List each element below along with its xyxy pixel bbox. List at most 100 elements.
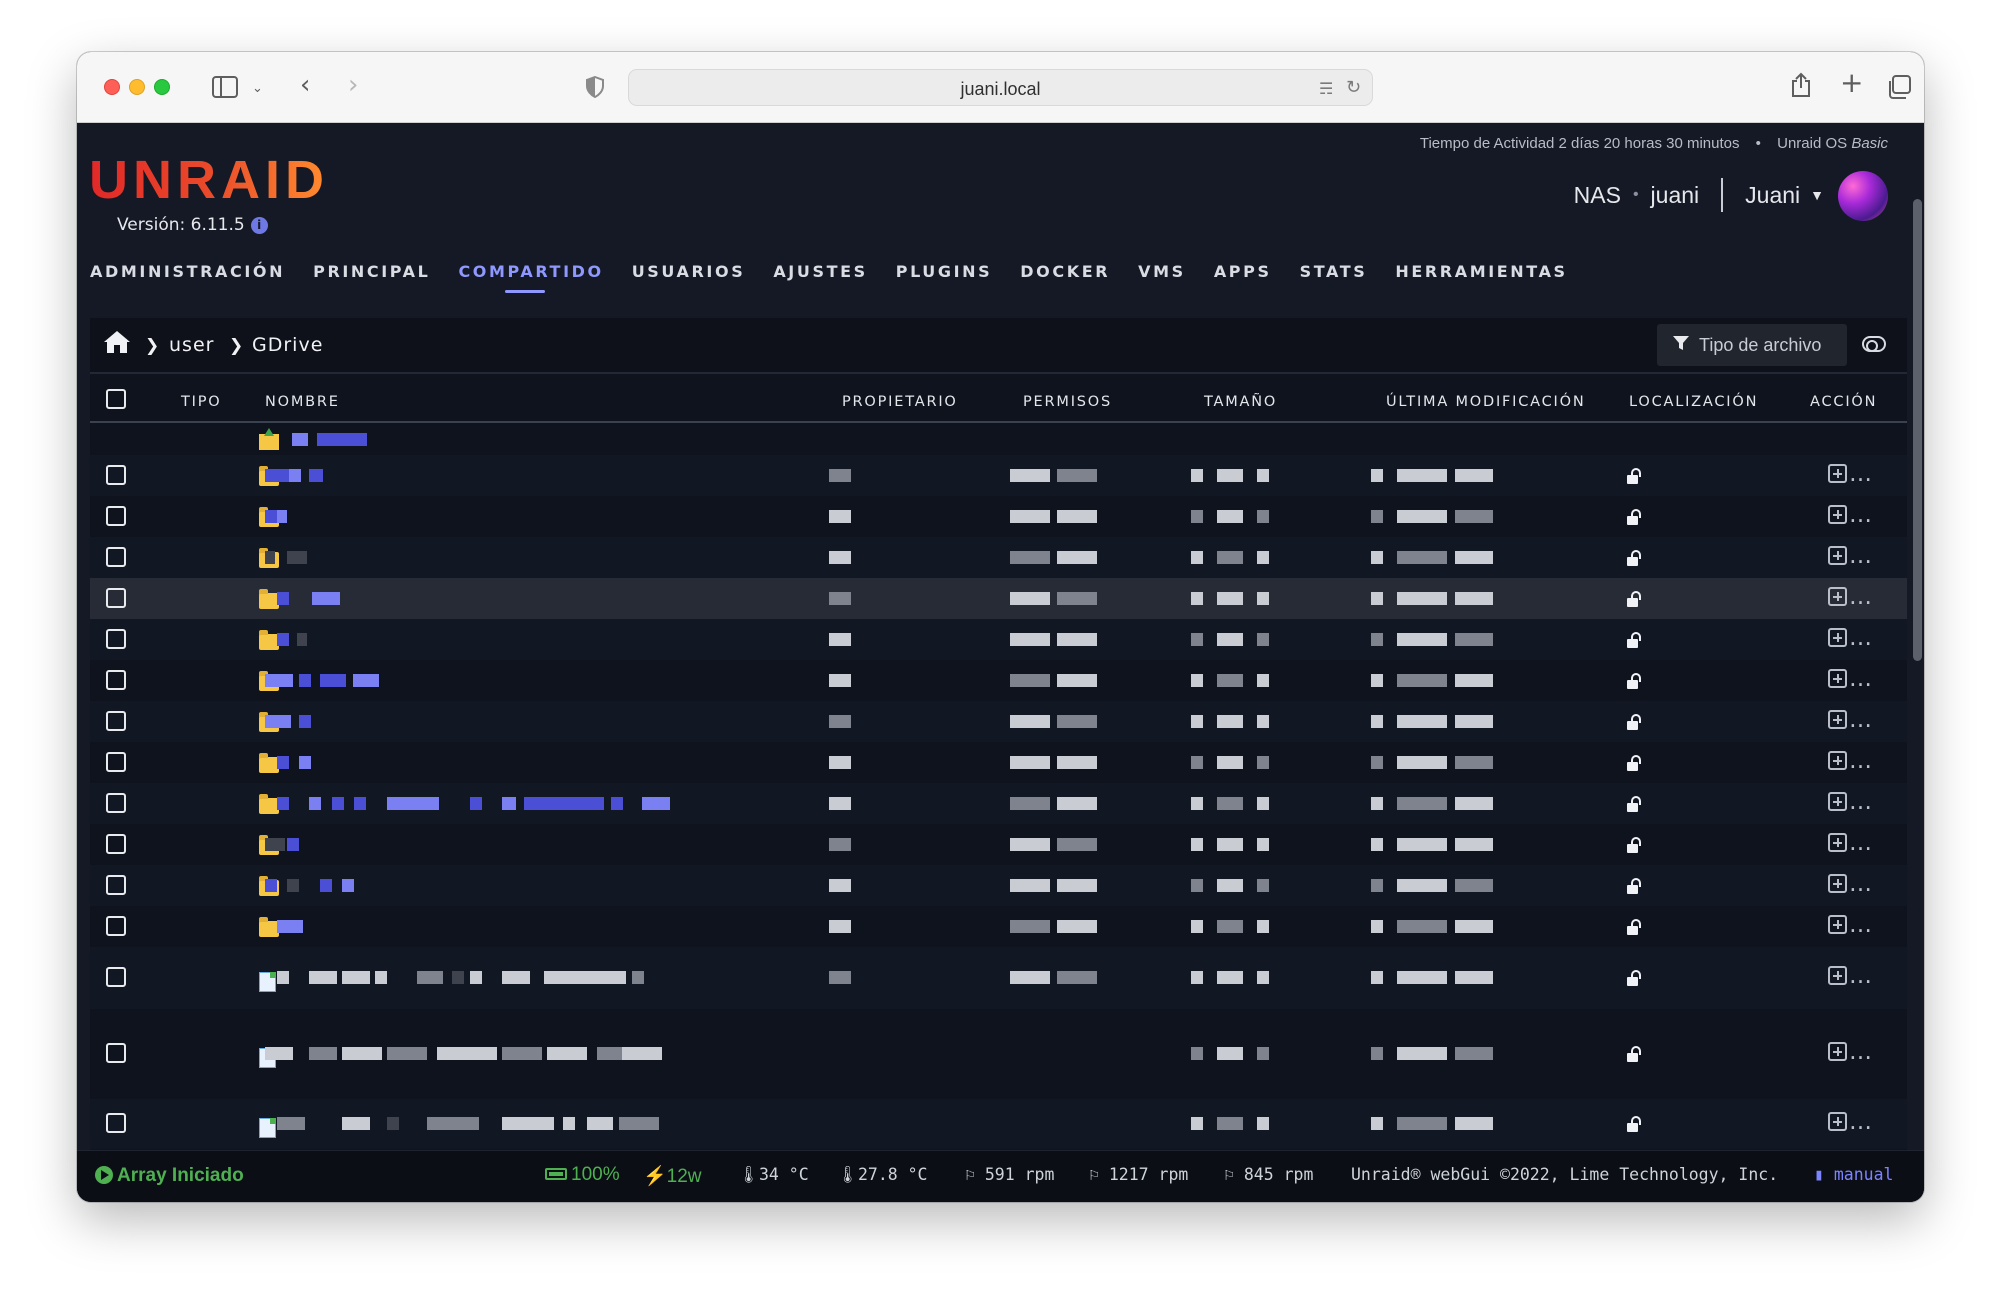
- scrollbar[interactable]: [1913, 199, 1922, 661]
- row-action-button[interactable]: …: [1828, 707, 1873, 733]
- redacted-name[interactable]: [265, 551, 275, 564]
- redacted-name[interactable]: [387, 797, 439, 810]
- redacted-name[interactable]: [342, 1117, 370, 1130]
- table-row[interactable]: …: [90, 742, 1907, 783]
- redacted-name[interactable]: [332, 797, 344, 810]
- redacted-name[interactable]: [265, 715, 291, 728]
- row-checkbox[interactable]: [106, 670, 126, 690]
- nav-usuarios[interactable]: USUARIOS: [632, 262, 746, 293]
- redacted-name[interactable]: [632, 971, 644, 984]
- close-window-button[interactable]: [104, 79, 120, 95]
- redacted-name[interactable]: [387, 1047, 427, 1060]
- table-row[interactable]: …: [90, 455, 1907, 496]
- table-row[interactable]: …: [90, 865, 1907, 906]
- nav-stats[interactable]: STATS: [1300, 262, 1368, 293]
- row-checkbox[interactable]: [106, 506, 126, 526]
- reload-icon[interactable]: ↻: [1346, 77, 1361, 99]
- redacted-name[interactable]: [387, 1117, 399, 1130]
- info-icon[interactable]: i: [250, 217, 268, 234]
- row-action-button[interactable]: …: [1828, 1109, 1873, 1135]
- redacted-name[interactable]: [470, 797, 482, 810]
- tabs-overview-icon[interactable]: [1887, 75, 1911, 104]
- redacted-name[interactable]: [452, 971, 464, 984]
- redacted-name[interactable]: [320, 674, 346, 687]
- redacted-name[interactable]: [277, 633, 289, 646]
- nav-compartido[interactable]: COMPARTIDO: [458, 262, 603, 293]
- toggle-icon[interactable]: [1862, 336, 1886, 352]
- redacted-name[interactable]: [353, 674, 379, 687]
- redacted-name[interactable]: [277, 1117, 305, 1130]
- row-checkbox[interactable]: [106, 1043, 126, 1063]
- user-menu[interactable]: Juani: [1745, 182, 1800, 209]
- redacted-name[interactable]: [611, 797, 623, 810]
- breadcrumb-user[interactable]: user: [169, 334, 214, 356]
- table-row[interactable]: …: [90, 1099, 1907, 1149]
- redacted-name[interactable]: [287, 879, 299, 892]
- redacted-name[interactable]: [265, 879, 277, 892]
- row-checkbox[interactable]: [106, 629, 126, 649]
- row-checkbox[interactable]: [106, 588, 126, 608]
- table-row[interactable]: …: [90, 578, 1907, 619]
- row-checkbox[interactable]: [106, 547, 126, 567]
- chevron-down-icon[interactable]: ⌄: [252, 78, 263, 100]
- redacted-name[interactable]: [544, 971, 598, 984]
- redacted-name[interactable]: [317, 433, 339, 446]
- nav-vms[interactable]: VMS: [1138, 262, 1186, 293]
- row-checkbox[interactable]: [106, 916, 126, 936]
- redacted-name[interactable]: [265, 469, 289, 482]
- table-row[interactable]: …: [90, 701, 1907, 742]
- redacted-name[interactable]: [417, 971, 443, 984]
- breadcrumb-gdrive[interactable]: GDrive: [252, 334, 323, 356]
- sidebar-icon[interactable]: [212, 76, 238, 103]
- redacted-name[interactable]: [265, 838, 285, 851]
- table-row[interactable]: …: [90, 824, 1907, 865]
- col-tamano[interactable]: TAMAÑO: [1204, 394, 1277, 410]
- col-modificacion[interactable]: ÚLTIMA MODIFICACIÓN: [1386, 394, 1586, 410]
- redacted-name[interactable]: [287, 838, 299, 851]
- col-propietario[interactable]: PROPIETARIO: [842, 394, 958, 410]
- redacted-name[interactable]: [309, 971, 337, 984]
- row-action-button[interactable]: …: [1828, 830, 1873, 856]
- redacted-name[interactable]: [642, 797, 670, 810]
- redacted-name[interactable]: [342, 879, 354, 892]
- redacted-name[interactable]: [287, 551, 307, 564]
- row-checkbox[interactable]: [106, 1113, 126, 1133]
- nav-ajustes[interactable]: AJUSTES: [773, 262, 867, 293]
- translate-icon[interactable]: ☴: [1319, 78, 1333, 100]
- row-action-button[interactable]: …: [1828, 748, 1873, 774]
- table-row[interactable]: …: [90, 496, 1907, 537]
- address-bar[interactable]: juani.local ☴ ↻: [628, 69, 1373, 106]
- redacted-name[interactable]: [375, 971, 387, 984]
- row-checkbox[interactable]: [106, 875, 126, 895]
- redacted-name[interactable]: [622, 1047, 662, 1060]
- table-row[interactable]: …: [90, 906, 1907, 947]
- row-action-button[interactable]: …: [1828, 789, 1873, 815]
- avatar[interactable]: [1838, 171, 1888, 221]
- redacted-name[interactable]: [277, 971, 289, 984]
- redacted-name[interactable]: [292, 433, 308, 446]
- redacted-name[interactable]: [309, 797, 321, 810]
- redacted-name[interactable]: [470, 971, 482, 984]
- redacted-name[interactable]: [597, 1047, 625, 1060]
- row-checkbox[interactable]: [106, 465, 126, 485]
- redacted-name[interactable]: [502, 1117, 554, 1130]
- table-row[interactable]: …: [90, 619, 1907, 660]
- redacted-name[interactable]: [502, 1047, 542, 1060]
- nav-apps[interactable]: APPS: [1214, 262, 1272, 293]
- row-action-button[interactable]: …: [1828, 666, 1873, 692]
- redacted-name[interactable]: [297, 633, 307, 646]
- select-all-checkbox[interactable]: [106, 389, 126, 409]
- nav-principal[interactable]: PRINCIPAL: [313, 262, 430, 293]
- col-nombre[interactable]: NOMBRE: [265, 394, 340, 410]
- redacted-name[interactable]: [299, 756, 311, 769]
- redacted-name[interactable]: [312, 592, 340, 605]
- table-row[interactable]: …: [90, 1009, 1907, 1099]
- caret-down-icon[interactable]: ▼: [1810, 187, 1824, 203]
- redacted-name[interactable]: [339, 433, 367, 446]
- row-checkbox[interactable]: [106, 793, 126, 813]
- redacted-name[interactable]: [289, 469, 301, 482]
- redacted-name[interactable]: [342, 971, 370, 984]
- row-action-button[interactable]: …: [1828, 543, 1873, 569]
- nav-administracion[interactable]: ADMINISTRACIÓN: [90, 262, 285, 293]
- redacted-name[interactable]: [598, 971, 626, 984]
